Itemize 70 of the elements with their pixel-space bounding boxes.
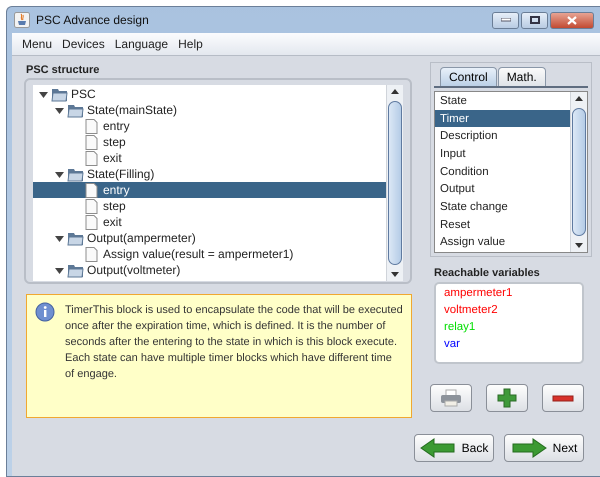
document-icon	[83, 182, 100, 198]
list-item[interactable]: Assign value	[435, 234, 570, 252]
scrollbar[interactable]	[386, 85, 403, 281]
menu-item[interactable]: Devices	[58, 35, 109, 53]
tab[interactable]: Control	[440, 67, 497, 86]
window-title: PSC Advance design	[36, 13, 150, 27]
scroll-thumb[interactable]	[388, 101, 402, 265]
print-button[interactable]	[430, 384, 472, 412]
folder-icon	[67, 102, 84, 118]
tree-item[interactable]: step	[33, 198, 386, 214]
tree-item[interactable]: exit	[33, 150, 386, 166]
tree-item[interactable]: exit	[33, 214, 386, 230]
variable-item[interactable]: voltmeter2	[444, 304, 574, 321]
cup-icon	[14, 12, 30, 28]
close-icon	[567, 16, 577, 24]
maximize-button[interactable]	[521, 12, 548, 28]
remove-button[interactable]	[542, 384, 584, 412]
document-icon	[83, 150, 100, 166]
maximize-icon	[530, 16, 540, 24]
close-button[interactable]	[550, 12, 594, 28]
folder-icon	[67, 166, 84, 182]
list-item[interactable]: Condition	[435, 162, 570, 180]
folder-icon	[67, 230, 84, 246]
tree-item[interactable]: entry	[33, 118, 386, 134]
list-item[interactable]: Description	[435, 127, 570, 146]
folder-icon	[67, 262, 84, 278]
minus-icon	[551, 393, 575, 403]
tree-item[interactable]: Assign value(result = ampermeter1)	[33, 246, 386, 262]
document-icon	[83, 134, 100, 150]
info-icon	[35, 302, 55, 322]
variable-item[interactable]: var	[444, 338, 574, 355]
document-icon	[83, 118, 100, 134]
list-item[interactable]: Timer	[435, 110, 570, 128]
list-item[interactable]: State	[435, 92, 570, 110]
next-button[interactable]: Next	[504, 434, 584, 462]
right-arrow-icon	[510, 438, 547, 458]
description-text: TimerThis block is used to encapsulate the code that will be executed once after the expiration time, which is defined. It is the number of seconds after the entering to the state in which is this block execute. Each state can have multiple timer blocks which have different time of engage.	[65, 303, 403, 382]
tree-item[interactable]: Output(ampermeter)	[33, 230, 386, 246]
printer-icon	[440, 389, 462, 407]
left-arrow-icon	[420, 438, 456, 458]
add-button[interactable]	[486, 384, 528, 412]
expand-arrow-icon[interactable]	[55, 266, 64, 274]
section-title: PSC structure	[25, 63, 100, 78]
expand-arrow-icon[interactable]	[55, 170, 64, 178]
minimize-icon	[500, 18, 510, 22]
tree-item[interactable]: entry	[33, 182, 386, 198]
back-button[interactable]: Back	[414, 434, 494, 462]
tree-item[interactable]: State(mainState)	[33, 102, 386, 118]
document-icon	[83, 214, 100, 230]
plus-icon	[497, 388, 517, 408]
tree-item[interactable]: step	[33, 134, 386, 150]
document-icon	[83, 246, 100, 262]
tree-item[interactable]: Output(voltmeter)	[33, 262, 386, 278]
tree-item[interactable]: State(Filling)	[33, 166, 386, 182]
scroll-thumb[interactable]	[572, 108, 586, 236]
menu-item[interactable]: Menu	[18, 35, 56, 53]
menu-item[interactable]: Language	[110, 35, 172, 53]
variable-item[interactable]: ampermeter1	[444, 287, 574, 304]
folder-icon	[51, 86, 68, 102]
tab[interactable]: Math.	[498, 67, 546, 86]
list-item[interactable]: Input	[435, 145, 570, 163]
menu-item[interactable]: Help	[174, 35, 207, 53]
list-item[interactable]: Output	[435, 180, 570, 198]
list-item[interactable]: State change	[435, 198, 570, 216]
list-item[interactable]: Reset	[435, 216, 570, 234]
section-title: Reachable variables	[433, 266, 541, 281]
expand-arrow-icon[interactable]	[55, 234, 64, 242]
scrollbar[interactable]	[570, 92, 587, 252]
tree-item[interactable]: PSC	[33, 86, 386, 102]
minimize-button[interactable]	[492, 12, 519, 28]
